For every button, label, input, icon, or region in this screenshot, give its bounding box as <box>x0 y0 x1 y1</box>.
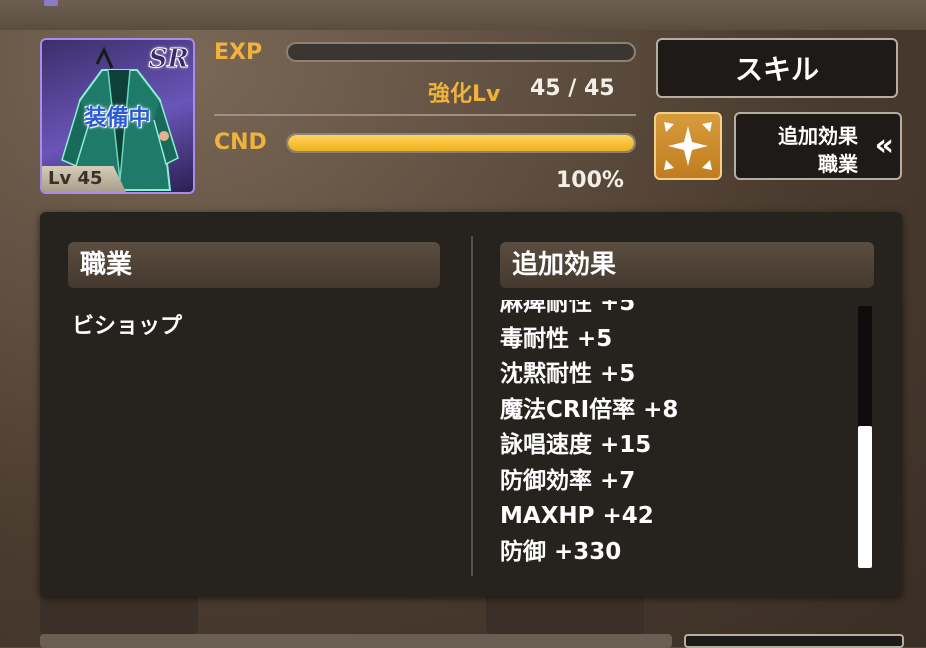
skill-button[interactable]: スキル <box>656 38 898 98</box>
sparkle-icon <box>664 122 712 170</box>
effect-item: 麻痺耐性 +5 <box>500 300 636 316</box>
lower-stat-box-1 <box>40 590 198 634</box>
sparkle-button[interactable] <box>654 112 722 180</box>
effect-item: 防御 +330 <box>500 538 622 565</box>
exp-bar <box>286 42 636 62</box>
effect-item: 沈黙耐性 +5 <box>500 361 636 387</box>
details-panel: 職業 ビショップ 追加効果 麻痺耐性 +5 毒耐性 +5 沈黙耐性 +5 魔法C… <box>40 212 902 596</box>
equipped-label: 装備中 <box>84 106 151 131</box>
effect-item: 詠唱速度 +15 <box>500 432 652 458</box>
double-chevron-left-icon: « <box>874 128 894 163</box>
cnd-bar <box>286 133 636 153</box>
divider <box>214 114 636 116</box>
effects-scrollbar[interactable] <box>858 306 872 568</box>
cnd-percent: 100% <box>556 168 624 193</box>
effects-scrollbar-thumb[interactable] <box>858 426 872 568</box>
lower-stat-box-2 <box>486 590 644 634</box>
effect-item: 防御効率 +7 <box>500 467 636 494</box>
enhance-value: 45 / 45 <box>530 76 615 101</box>
job-header: 職業 <box>68 242 440 288</box>
panel-divider <box>471 236 473 576</box>
rarity-badge: SR <box>148 44 189 75</box>
job-value: ビショップ <box>72 314 183 339</box>
title-icon <box>44 0 58 6</box>
effect-item: MAXHP +42 <box>500 503 654 529</box>
cnd-label: CND <box>214 130 267 155</box>
effects-header: 追加効果 <box>500 242 874 288</box>
lower-button[interactable] <box>684 634 904 648</box>
sort-label-line1: 追加効果 <box>778 124 858 148</box>
enhance-label: 強化Lv <box>428 82 501 107</box>
effect-item: 魔法CRI倍率 +8 <box>500 396 679 423</box>
item-card[interactable]: SR 装備中 Lv 45 <box>40 38 195 194</box>
exp-label: EXP <box>214 40 263 65</box>
effects-scroll-area[interactable]: 麻痺耐性 +5 毒耐性 +5 沈黙耐性 +5 魔法CRI倍率 +8 詠唱速度 +… <box>500 300 850 570</box>
lower-bar <box>40 634 672 648</box>
cnd-bar-fill <box>288 135 634 151</box>
sort-toggle-button[interactable]: 追加効果 職業 « <box>734 112 902 180</box>
item-level-badge: Lv 45 <box>42 166 126 192</box>
top-title-strip <box>0 0 926 30</box>
effects-list: 麻痺耐性 +5 毒耐性 +5 沈黙耐性 +5 魔法CRI倍率 +8 詠唱速度 +… <box>500 300 678 570</box>
effect-item: 毒耐性 +5 <box>500 325 613 352</box>
sort-label-line2: 職業 <box>818 152 858 176</box>
